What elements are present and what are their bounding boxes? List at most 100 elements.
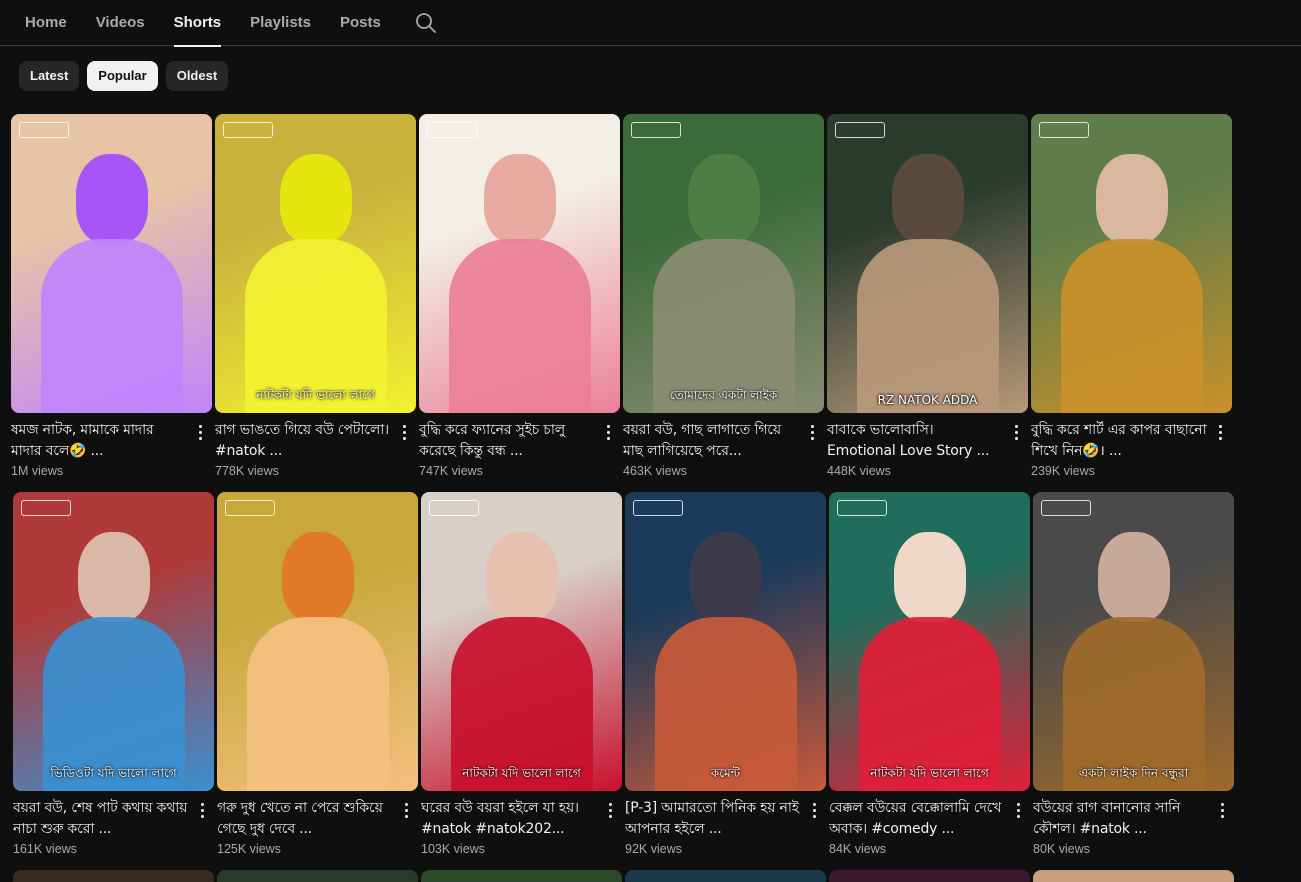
person-head	[1098, 532, 1170, 622]
short-thumbnail-partial[interactable]	[625, 870, 826, 882]
view-count: 161K views	[13, 842, 77, 856]
short-card[interactable]: ভিডিওটা যদি ভালো লাগে বয়রা বউ, শেষ পাট ক…	[13, 492, 214, 856]
more-options-icon[interactable]	[800, 420, 824, 444]
thumbnail-overlay-text: একটা লাইক দিন বন্ধুরা	[1078, 766, 1189, 780]
short-card[interactable]: ষমজ নাটক, মামাকে মাদার মাদার বলে🤣 ... 1M …	[11, 114, 212, 478]
short-thumbnail[interactable]	[1031, 114, 1232, 413]
channel-watermark	[223, 122, 273, 138]
sort-chips: Latest Popular Oldest	[19, 61, 229, 91]
short-thumbnail-partial[interactable]	[421, 870, 622, 882]
person-body	[449, 239, 591, 413]
chip-popular[interactable]: Popular	[87, 61, 158, 91]
more-options-icon[interactable]	[596, 420, 620, 444]
view-count: 747K views	[419, 464, 483, 478]
short-title[interactable]: গরু দুধ খেতে না পেরে শুকিয়ে গেছে দুধ দে…	[217, 798, 394, 840]
short-thumbnail[interactable]: কমেন্ট	[625, 492, 826, 791]
view-count: 448K views	[827, 464, 891, 478]
person-head	[894, 532, 966, 622]
short-thumbnail-partial[interactable]	[217, 870, 418, 882]
short-card[interactable]: কমেন্ট [P-3] আমারতো পিনিক হয় নাই আপনার হ…	[625, 492, 826, 856]
short-title[interactable]: বয়রা বউ, গাছ লাগাতে গিয়ে মাছ লাগিয়েছে…	[623, 420, 800, 462]
short-title[interactable]: [P-3] আমারতো পিনিক হয় নাই আপনার হইলে ..…	[625, 798, 802, 840]
channel-watermark	[1039, 122, 1089, 138]
person-body	[1061, 239, 1203, 413]
chip-oldest[interactable]: Oldest	[165, 61, 229, 91]
more-options-icon[interactable]	[394, 798, 418, 822]
short-thumbnail[interactable]: RZ NATOK ADDA	[827, 114, 1028, 413]
more-options-icon[interactable]	[188, 420, 212, 444]
short-card[interactable]: নাটকটা যদি ভালো লাগে বেক্কল বউয়ের বেক্কো…	[829, 492, 1030, 856]
person-head	[1096, 154, 1168, 244]
short-title[interactable]: বউয়ের রাগ বানানোর সানি কৌশল। #natok ...	[1033, 798, 1210, 840]
view-count: 778K views	[215, 464, 279, 478]
tab-shorts[interactable]: Shorts	[173, 0, 221, 47]
thumbnail-overlay-text: কমেন্ট	[710, 766, 741, 780]
channel-watermark	[633, 500, 683, 516]
channel-watermark	[835, 122, 885, 138]
view-count: 103K views	[421, 842, 485, 856]
tab-videos[interactable]: Videos	[96, 0, 145, 46]
more-options-icon[interactable]	[598, 798, 622, 822]
channel-watermark	[429, 500, 479, 516]
short-thumbnail[interactable]	[217, 492, 418, 791]
short-title[interactable]: বুদ্ধি করে শার্ট এর কাপর বাছানো শিখে নিন…	[1031, 420, 1208, 462]
short-thumbnail[interactable]	[419, 114, 620, 413]
short-card[interactable]: বুদ্ধি করে শার্ট এর কাপর বাছানো শিখে নিন…	[1031, 114, 1232, 478]
short-card[interactable]: RZ NATOK ADDA বাবাকে ভালোবাসি। Emotional …	[827, 114, 1028, 478]
person-head	[280, 154, 352, 244]
person-head	[282, 532, 354, 622]
short-title[interactable]: রাগ ভাঙতে গিয়ে বউ পেটালো। #natok ...	[215, 420, 392, 462]
short-thumbnail[interactable]: নাটকটা যদি ভালো লাগে	[421, 492, 622, 791]
short-thumbnail-partial[interactable]	[829, 870, 1030, 882]
more-options-icon[interactable]	[802, 798, 826, 822]
short-card[interactable]: একটা লাইক দিন বন্ধুরা বউয়ের রাগ বানানোর …	[1033, 492, 1234, 856]
channel-watermark	[19, 122, 69, 138]
short-thumbnail[interactable]: ভিডিওটা যদি ভালো লাগে	[13, 492, 214, 791]
thumbnail-overlay-text: ভিডিওটা যদি ভালো লাগে	[50, 766, 177, 780]
short-card[interactable]: নাটকটা যদি ভালো লাগে রাগ ভাঙতে গিয়ে বউ প…	[215, 114, 416, 478]
view-count: 239K views	[1031, 464, 1095, 478]
short-thumbnail[interactable]: তোমাদের একটা লাইক	[623, 114, 824, 413]
tab-playlists[interactable]: Playlists	[250, 0, 311, 46]
channel-watermark	[631, 122, 681, 138]
short-thumbnail[interactable]	[11, 114, 212, 413]
short-thumbnail-partial[interactable]	[1033, 870, 1234, 882]
short-title[interactable]: বুদ্ধি করে ফ্যানের সুইচ চালু করেছে কিন্ত…	[419, 420, 596, 462]
short-thumbnail[interactable]: নাটকটা যদি ভালো লাগে	[829, 492, 1030, 791]
person-body	[247, 617, 389, 791]
more-options-icon[interactable]	[1210, 798, 1234, 822]
short-card[interactable]: গরু দুধ খেতে না পেরে শুকিয়ে গেছে দুধ দে…	[217, 492, 418, 856]
search-icon[interactable]	[414, 11, 438, 35]
thumbnail-overlay-text: নাটকটা যদি ভালো লাগে	[870, 766, 989, 780]
short-title[interactable]: ঘরের বউ বয়রা হইলে যা হয়। #natok #natok…	[421, 798, 598, 840]
more-options-icon[interactable]	[190, 798, 214, 822]
more-options-icon[interactable]	[1004, 420, 1028, 444]
short-title[interactable]: বয়রা বউ, শেষ পাট কথায় কথায় নাচা শুরু …	[13, 798, 190, 840]
person-body	[41, 239, 183, 413]
person-head	[78, 532, 150, 622]
more-options-icon[interactable]	[1208, 420, 1232, 444]
more-options-icon[interactable]	[1006, 798, 1030, 822]
person-body	[857, 239, 999, 413]
short-thumbnail[interactable]: নাটকটা যদি ভালো লাগে	[215, 114, 416, 413]
tab-home[interactable]: Home	[25, 0, 67, 46]
tab-posts[interactable]: Posts	[340, 0, 381, 46]
channel-watermark	[427, 122, 477, 138]
channel-watermark	[21, 500, 71, 516]
short-card[interactable]: বুদ্ধি করে ফ্যানের সুইচ চালু করেছে কিন্ত…	[419, 114, 620, 478]
short-thumbnail[interactable]: একটা লাইক দিন বন্ধুরা	[1033, 492, 1234, 791]
view-count: 92K views	[625, 842, 682, 856]
short-title[interactable]: বেক্কল বউয়ের বেক্কোলামি দেখে অবাক। #com…	[829, 798, 1006, 840]
short-title[interactable]: বাবাকে ভালোবাসি। Emotional Love Story ..…	[827, 420, 1004, 462]
short-card[interactable]: নাটকটা যদি ভালো লাগে ঘরের বউ বয়রা হইলে য…	[421, 492, 622, 856]
person-head	[76, 154, 148, 244]
view-count: 463K views	[623, 464, 687, 478]
chip-latest[interactable]: Latest	[19, 61, 80, 91]
thumbnail-overlay-text: নাটকটা যদি ভালো লাগে	[256, 388, 375, 402]
more-options-icon[interactable]	[392, 420, 416, 444]
short-title[interactable]: ষমজ নাটক, মামাকে মাদার মাদার বলে🤣 ...	[11, 420, 188, 462]
thumbnail-overlay-text: নাটকটা যদি ভালো লাগে	[462, 766, 581, 780]
short-card[interactable]: তোমাদের একটা লাইক বয়রা বউ, গাছ লাগাতে গি…	[623, 114, 824, 478]
short-thumbnail-partial[interactable]	[13, 870, 214, 882]
person-head	[892, 154, 964, 244]
